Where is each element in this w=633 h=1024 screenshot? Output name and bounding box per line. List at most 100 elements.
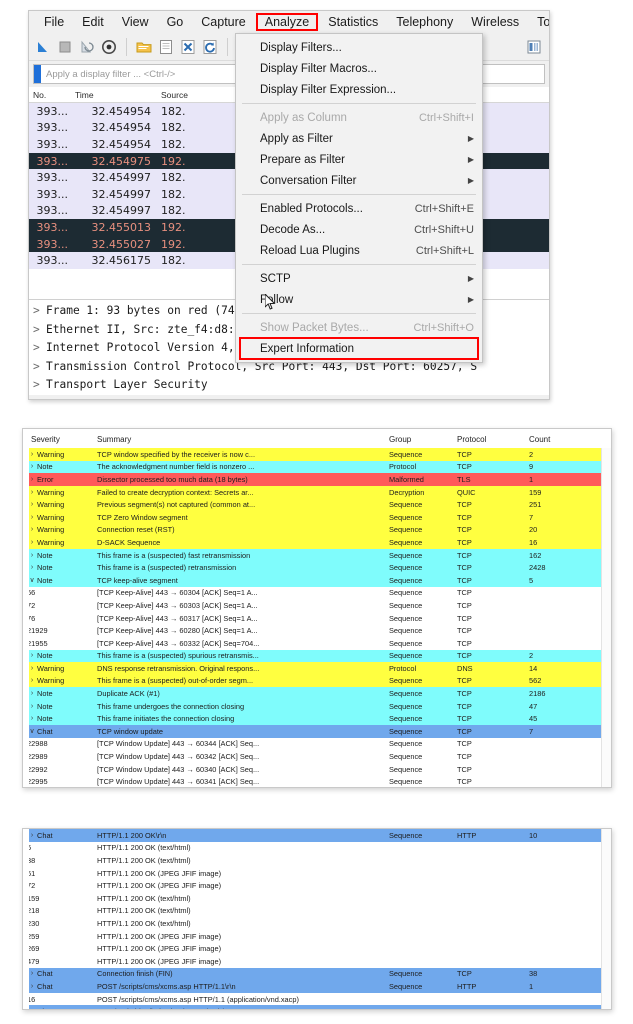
capture-options-icon[interactable] [100, 38, 118, 56]
packet-column-header-time[interactable]: Time [71, 90, 157, 100]
analyze-menu-item-conversation-filter[interactable]: Conversation Filter ▶ [236, 170, 482, 191]
analyze-menu-item-enabled-protocols[interactable]: Enabled Protocols... Ctrl+Shift+E [236, 198, 482, 219]
expert-child-row[interactable]: 22988 [TCP Window Update] 443 → 60344 [AC… [23, 737, 611, 751]
expert-info-rows[interactable]: › Warning TCP window specified by the rece… [23, 448, 611, 787]
expert-child-row[interactable]: 61 HTTP/1.1 200 OK (JPEG JFIF image) [23, 866, 611, 880]
expert-child-row[interactable]: 259 HTTP/1.1 200 OK (JPEG JFIF image) [23, 929, 611, 943]
expert-parent-row[interactable]: › Note This frame is a (suspected) fast re… [23, 548, 611, 562]
close-file-icon[interactable] [179, 38, 197, 56]
expert-parent-row[interactable]: › Warning TCP Zero Window segment Sequence T… [23, 510, 611, 524]
menu-item-file[interactable]: File [35, 13, 73, 31]
expert-parent-row[interactable]: › Chat Connection finish (FIN) Sequence TCP 3… [23, 967, 611, 981]
expert-child-row[interactable]: 230 HTTP/1.1 200 OK (text/html) [23, 917, 611, 930]
expand-caret-icon[interactable]: > [33, 339, 46, 358]
expert-parent-row[interactable]: › Warning Connection reset (RST) Sequence TC… [23, 523, 611, 537]
analyze-menu-item-expert-information[interactable]: Expert Information [239, 337, 479, 360]
menu-item-tools[interactable]: Tools [528, 13, 549, 31]
menu-item-analyze[interactable]: Analyze [255, 13, 319, 31]
expert-column-header-severity[interactable]: Severity [23, 435, 95, 444]
analyze-dropdown-menu[interactable]: Display Filters... Display Filter Macros.… [235, 33, 483, 363]
expert-parent-row[interactable]: ›ChatGET /Websiden/index.html HTTP/1.1\r… [23, 1005, 611, 1009]
expert-child-row[interactable]: 76 [TCP Keep-Alive] 443 → 60317 [ACK] Seq… [23, 611, 611, 625]
filter-bookmark-icon[interactable] [34, 65, 41, 83]
expert-cell-severity: 72 [23, 601, 95, 610]
expert-child-row[interactable]: 479 HTTP/1.1 200 OK (JPEG JFIF image) [23, 954, 611, 968]
expert-parent-row[interactable]: › Warning Previous segment(s) not captured… [23, 498, 611, 511]
expert-parent-row[interactable]: ∨ Chat TCP window update Sequence TCP 7 [23, 725, 611, 738]
expert-parent-row[interactable]: › Note This frame undergoes the connection… [23, 699, 611, 713]
analyze-menu-item-prepare-as-filter[interactable]: Prepare as Filter ▶ [236, 149, 482, 170]
expert-child-row[interactable]: 269 HTTP/1.1 200 OK (JPEG JFIF image) [23, 942, 611, 955]
expert-parent-row[interactable]: › Warning Failed to create decryption cont… [23, 485, 611, 499]
expert-parent-row[interactable]: › Warning TCP window specified by the rece… [23, 448, 611, 461]
stop-capture-icon[interactable] [56, 38, 74, 56]
expert-child-row[interactable]: 38 HTTP/1.1 200 OK (text/html) [23, 854, 611, 867]
expert-cell-count: 9 [529, 462, 534, 472]
vertical-scrollbar-http[interactable] [601, 829, 611, 1009]
expert-cell-protocol: TCP [457, 726, 472, 736]
expert-parent-row[interactable]: › Error Dissector processed too much data … [23, 473, 611, 486]
expert-child-row[interactable]: 72 [TCP Keep-Alive] 443 → 60303 [ACK] Seq… [23, 599, 611, 612]
expert-parent-row[interactable]: › Note This frame is a (suspected) spuriou… [23, 649, 611, 663]
packet-column-header-no[interactable]: No. [29, 90, 71, 100]
menu-item-capture[interactable]: Capture [192, 13, 254, 31]
expert-child-row[interactable]: 66 [TCP Keep-Alive] 443 → 60304 [ACK] Seq… [23, 586, 611, 600]
expert-child-row[interactable]: 6 HTTP/1.1 200 OK (text/html) [23, 841, 611, 855]
expert-parent-row[interactable]: › Note This frame initiates the connection… [23, 712, 611, 726]
expert-child-row[interactable]: 22995 [TCP Window Update] 443 → 60341 [AC… [23, 775, 611, 787]
menu-item-label: Enabled Protocols... [260, 202, 363, 215]
expert-child-row[interactable]: 21929 [TCP Keep-Alive] 443 → 60280 [ACK] … [23, 624, 611, 637]
expert-child-row[interactable]: 159 HTTP/1.1 200 OK (text/html) [23, 891, 611, 905]
restart-capture-icon[interactable] [78, 38, 96, 56]
analyze-menu-item-decode-as[interactable]: Decode As... Ctrl+Shift+U [236, 219, 482, 240]
analyze-menu-item-display-filter-expression[interactable]: Display Filter Expression... [236, 79, 482, 100]
expand-caret-icon[interactable]: > [33, 358, 46, 377]
expert-column-header-summary[interactable]: Summary [95, 435, 387, 444]
expert-column-header-group[interactable]: Group [387, 435, 455, 444]
menu-item-wireless[interactable]: Wireless [462, 13, 528, 31]
expert-column-header-count[interactable]: Count [527, 435, 611, 444]
expert-parent-row[interactable]: › Chat HTTP/1.1 200 OK\r\n Sequence HTTP 10 [23, 829, 611, 842]
analyze-menu-item-follow[interactable]: Follow ▶ [236, 289, 482, 310]
vertical-scrollbar[interactable] [601, 448, 611, 787]
analyze-menu-item-display-filter-macros[interactable]: Display Filter Macros... [236, 58, 482, 79]
expert-child-row[interactable]: 22992 [TCP Window Update] 443 → 60340 [AC… [23, 762, 611, 776]
menu-item-go[interactable]: Go [158, 13, 193, 31]
save-file-icon[interactable] [157, 38, 175, 56]
expand-caret-icon[interactable]: > [33, 302, 46, 321]
expert-child-row[interactable]: 21955 [TCP Keep-Alive] 443 → 60332 [ACK] … [23, 636, 611, 650]
expert-info-http-rows[interactable]: › Chat HTTP/1.1 200 OK\r\n Sequence HTTP 10 6 H… [23, 829, 611, 1009]
analyze-menu-item-sctp[interactable]: SCTP ▶ [236, 268, 482, 289]
expert-parent-row[interactable]: › Note Duplicate ACK (#1) Sequence TCP 2186 [23, 687, 611, 700]
menu-item-view[interactable]: View [113, 13, 158, 31]
analyze-menu-item-reload-lua-plugins[interactable]: Reload Lua Plugins Ctrl+Shift+L [236, 240, 482, 261]
expert-column-header-protocol[interactable]: Protocol [455, 435, 527, 444]
expert-child-row[interactable]: 72 HTTP/1.1 200 OK (JPEG JFIF image) [23, 879, 611, 892]
expand-caret-icon[interactable]: > [33, 321, 46, 340]
start-capture-icon[interactable] [34, 38, 52, 56]
expert-child-row[interactable]: 218 HTTP/1.1 200 OK (text/html) [23, 904, 611, 918]
expert-cell-count: 7 [529, 512, 534, 522]
expert-child-row[interactable]: 22989 [TCP Window Update] 443 → 60342 [AC… [23, 750, 611, 763]
reload-file-icon[interactable] [201, 38, 219, 56]
expert-parent-row[interactable]: ∨ Note TCP keep-alive segment Sequence TCP 5 [23, 573, 611, 587]
expert-info-header: Severity Summary Group Protocol Count [23, 429, 611, 448]
expert-parent-row[interactable]: › Warning DNS response retransmission. Ori… [23, 662, 611, 675]
menu-item-statistics[interactable]: Statistics [319, 13, 387, 31]
expert-parent-row[interactable]: › Note This frame is a (suspected) retrans… [23, 561, 611, 574]
expert-parent-row[interactable]: › Warning This frame is a (suspected) out-… [23, 674, 611, 688]
find-packet-icon[interactable] [525, 38, 543, 56]
expert-child-row[interactable]: 16 POST /scripts/cms/xcms.asp HTTP/1.1 (a… [23, 992, 611, 1006]
packet-column-header-source[interactable]: Source [157, 90, 247, 100]
expand-caret-icon[interactable]: > [33, 376, 46, 395]
expert-parent-row[interactable]: › Chat POST /scripts/cms/xcms.asp HTTP/1.1… [23, 980, 611, 993]
analyze-menu-item-display-filters[interactable]: Display Filters... [236, 37, 482, 58]
menu-item-edit[interactable]: Edit [73, 13, 113, 31]
menu-item-label: Display Filter Macros... [260, 62, 377, 75]
expert-parent-row[interactable]: › Warning D-SACK Sequence Sequence TCP 16 [23, 536, 611, 549]
analyze-menu-item-apply-as-filter[interactable]: Apply as Filter ▶ [236, 128, 482, 149]
open-file-icon[interactable] [135, 38, 153, 56]
menu-item-telephony[interactable]: Telephony [387, 13, 462, 31]
expert-parent-row[interactable]: › Note The acknowledgment number field is … [23, 460, 611, 474]
packet-detail-row[interactable]: > Transport Layer Security [29, 376, 549, 395]
